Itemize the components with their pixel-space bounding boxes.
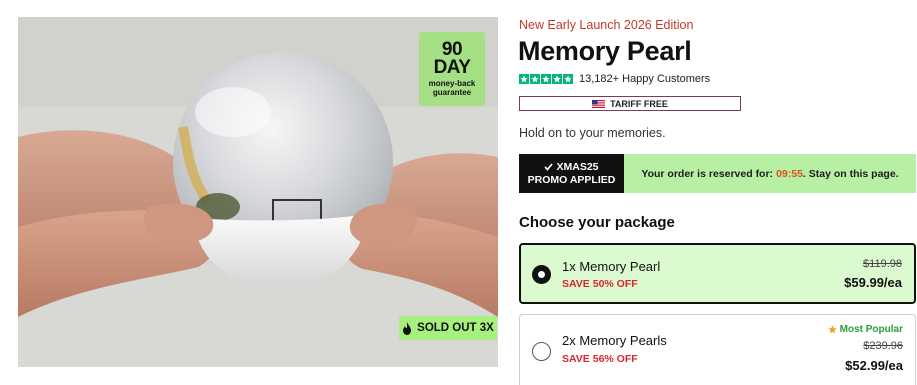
reservation-notice: Your order is reserved for: 09:55. Stay … — [624, 154, 916, 193]
reservation-text: Your order is reserved for: — [641, 167, 774, 180]
guarantee-line-2: guarantee — [432, 88, 472, 97]
product-image: 90 DAY money-back guarantee SOLD OUT 3X — [18, 17, 498, 367]
package-price: $52.99/ea — [845, 358, 903, 373]
reservation-suffix: . Stay on this page. — [802, 167, 899, 180]
package-price: $59.99/ea — [844, 275, 902, 290]
edition-label: New Early Launch 2026 Edition — [519, 18, 694, 32]
money-back-guarantee-badge: 90 DAY money-back guarantee — [419, 32, 485, 106]
star-icon — [563, 74, 573, 84]
package-old-price: $119.98 — [863, 258, 902, 270]
rating-stars — [519, 74, 573, 84]
package-name: 2x Memory Pearls — [562, 333, 667, 348]
tagline: Hold on to your memories. — [519, 126, 666, 140]
star-icon — [530, 74, 540, 84]
package-name: 1x Memory Pearl — [562, 259, 661, 274]
review-count: 13,182+ Happy Customers — [579, 73, 711, 85]
guarantee-day: DAY — [433, 57, 471, 78]
check-icon — [544, 163, 554, 171]
tariff-label: TARIFF FREE — [610, 98, 668, 109]
star-icon — [828, 325, 837, 334]
star-icon — [552, 74, 562, 84]
fire-icon — [403, 321, 412, 335]
sold-out-badge: SOLD OUT 3X — [399, 316, 497, 340]
sold-out-label: SOLD OUT 3X — [417, 322, 494, 334]
package-option-2x[interactable]: 2x Memory Pearls SAVE 56% OFF Most Popul… — [519, 314, 916, 385]
star-icon — [541, 74, 551, 84]
package-heading: Choose your package — [519, 214, 675, 231]
countdown-timer: 09:55 — [776, 167, 803, 180]
package-savings: SAVE 56% OFF — [562, 353, 638, 365]
guarantee-line-1: money-back — [428, 79, 476, 88]
product-title: Memory Pearl — [518, 36, 692, 66]
package-old-price: $239.96 — [863, 340, 903, 352]
package-option-1x[interactable]: 1x Memory Pearl SAVE 50% OFF $119.98 $59… — [519, 243, 916, 304]
package-savings: SAVE 50% OFF — [562, 278, 638, 290]
most-popular-label: Most Popular — [839, 324, 903, 335]
promo-bar: XMAS25 PROMO APPLIED Your order is reser… — [519, 154, 916, 193]
tariff-free-banner: TARIFF FREE — [519, 96, 741, 111]
promo-code: XMAS25 — [556, 160, 599, 173]
radio-selected[interactable] — [532, 265, 551, 284]
reviews-row[interactable]: 13,182+ Happy Customers — [519, 73, 710, 85]
radio-unselected[interactable] — [532, 342, 551, 361]
us-flag-icon — [592, 99, 606, 108]
promo-applied-label: PROMO APPLIED — [527, 173, 616, 186]
promo-code-applied: XMAS25 PROMO APPLIED — [519, 154, 624, 193]
most-popular-badge: Most Popular — [828, 324, 903, 335]
star-icon — [519, 74, 529, 84]
